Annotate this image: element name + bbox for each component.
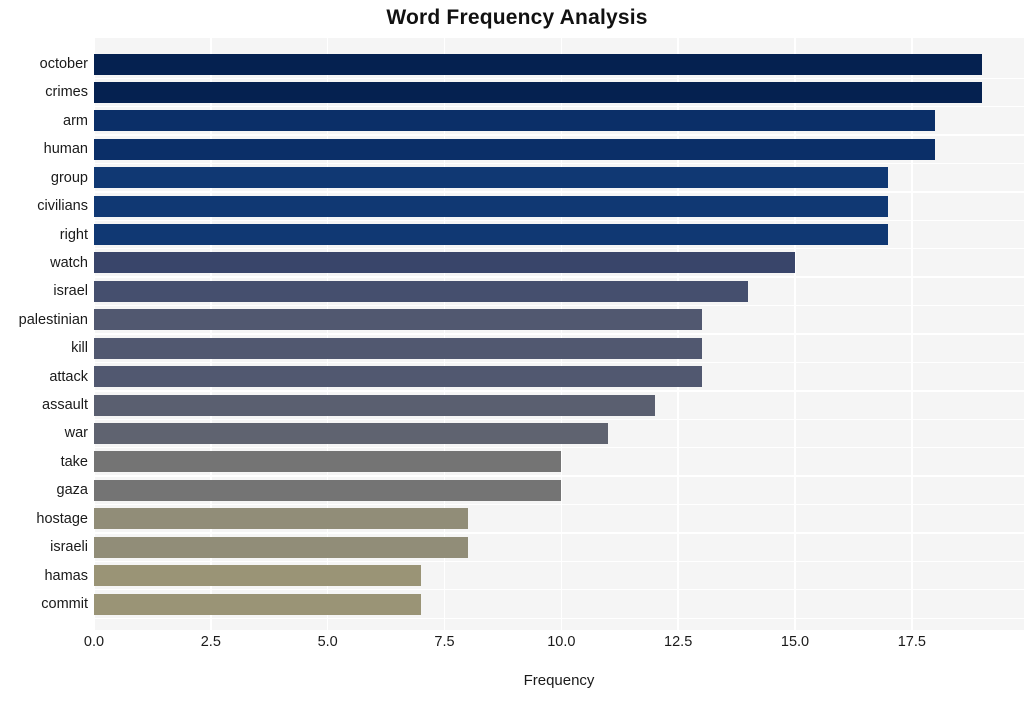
bar [94,195,889,217]
bar [94,366,702,388]
gridline-horizontal [94,162,1024,165]
bar [94,451,562,473]
y-axis-tick-label: group [50,169,88,186]
bar [94,479,562,501]
y-axis-tick-label: commit [41,596,88,612]
x-axis-tick-label: 12.5 [664,634,693,650]
bar [94,337,702,359]
bar [94,110,936,132]
y-axis-tick-label: civilians [37,198,88,215]
gridline-horizontal [94,77,1024,79]
plot-area [94,38,1024,630]
y-axis-tick-label: take [60,453,88,470]
bar [94,252,795,274]
gridline-horizontal [94,503,1024,506]
bar [94,536,468,558]
bar [94,138,936,160]
gridline-horizontal [94,390,1024,392]
bar [94,565,422,587]
y-axis-tick-label: attack [49,368,88,385]
x-axis-tick-label: 10.0 [547,634,576,650]
y-axis-tick-label: war [64,425,88,442]
gridline-horizontal [94,589,1024,591]
bar [94,53,982,75]
y-axis-tick-label: kill [71,340,88,357]
bar [94,81,982,103]
y-axis-tick-label: gaza [56,482,88,499]
gridline-horizontal [94,248,1024,250]
word-frequency-bar-chart: Word Frequency Analysis october crimes arm… [0,0,1034,701]
x-axis-tick-label: 17.5 [897,634,926,650]
gridline-horizontal [94,418,1024,420]
gridline-horizontal [94,105,1024,108]
y-axis-tick-label: human [43,141,88,158]
bar [94,508,468,530]
gridline-horizontal [94,219,1024,221]
gridline-horizontal [94,560,1024,563]
y-axis-tick-label: arm [63,112,88,129]
x-axis-tick-label: 5.0 [317,634,338,650]
gridline-horizontal [94,333,1024,335]
gridline-horizontal [94,304,1024,307]
bar [94,422,609,444]
gridline-horizontal [94,446,1024,449]
y-axis-tick-label: crimes [45,84,88,101]
bar [94,280,749,302]
bar [94,167,889,189]
y-axis-tick-label: hostage [36,510,88,527]
y-axis-tick-label: october [39,56,88,72]
y-axis-labels: october crimes arm human group civilians right… [0,38,88,630]
bar [94,309,702,331]
gridline-horizontal [94,617,1024,619]
bar [94,224,889,246]
gridline-horizontal [94,191,1024,193]
gridline-horizontal [94,361,1024,364]
y-axis-tick-label: assault [42,397,88,414]
gridline-horizontal [94,532,1024,534]
x-axis-tick-label: 0.0 [83,634,105,650]
gridline-horizontal [94,134,1024,136]
x-axis-tick-label: 2.5 [200,634,221,650]
bar [94,394,655,416]
x-axis-tick-label: 7.5 [434,634,455,650]
y-axis-tick-label: israel [53,283,88,300]
x-axis-title: Frequency [523,672,595,689]
y-axis-tick-label: right [59,226,88,243]
chart-title: Word Frequency Analysis [386,6,648,29]
y-axis-tick-label: hamas [44,567,88,584]
gridline-horizontal [94,475,1024,477]
x-axis-tick-labels: 0.0 2.5 5.0 7.5 10.0 12.5 15.0 17.5 [0,634,1034,658]
y-axis-tick-label: palestinian [18,311,88,328]
y-axis-tick-label: watch [50,254,88,271]
gridline-horizontal [94,276,1024,278]
y-axis-tick-label: israeli [50,539,88,556]
bar [94,593,422,615]
x-axis-tick-label: 15.0 [780,634,810,650]
